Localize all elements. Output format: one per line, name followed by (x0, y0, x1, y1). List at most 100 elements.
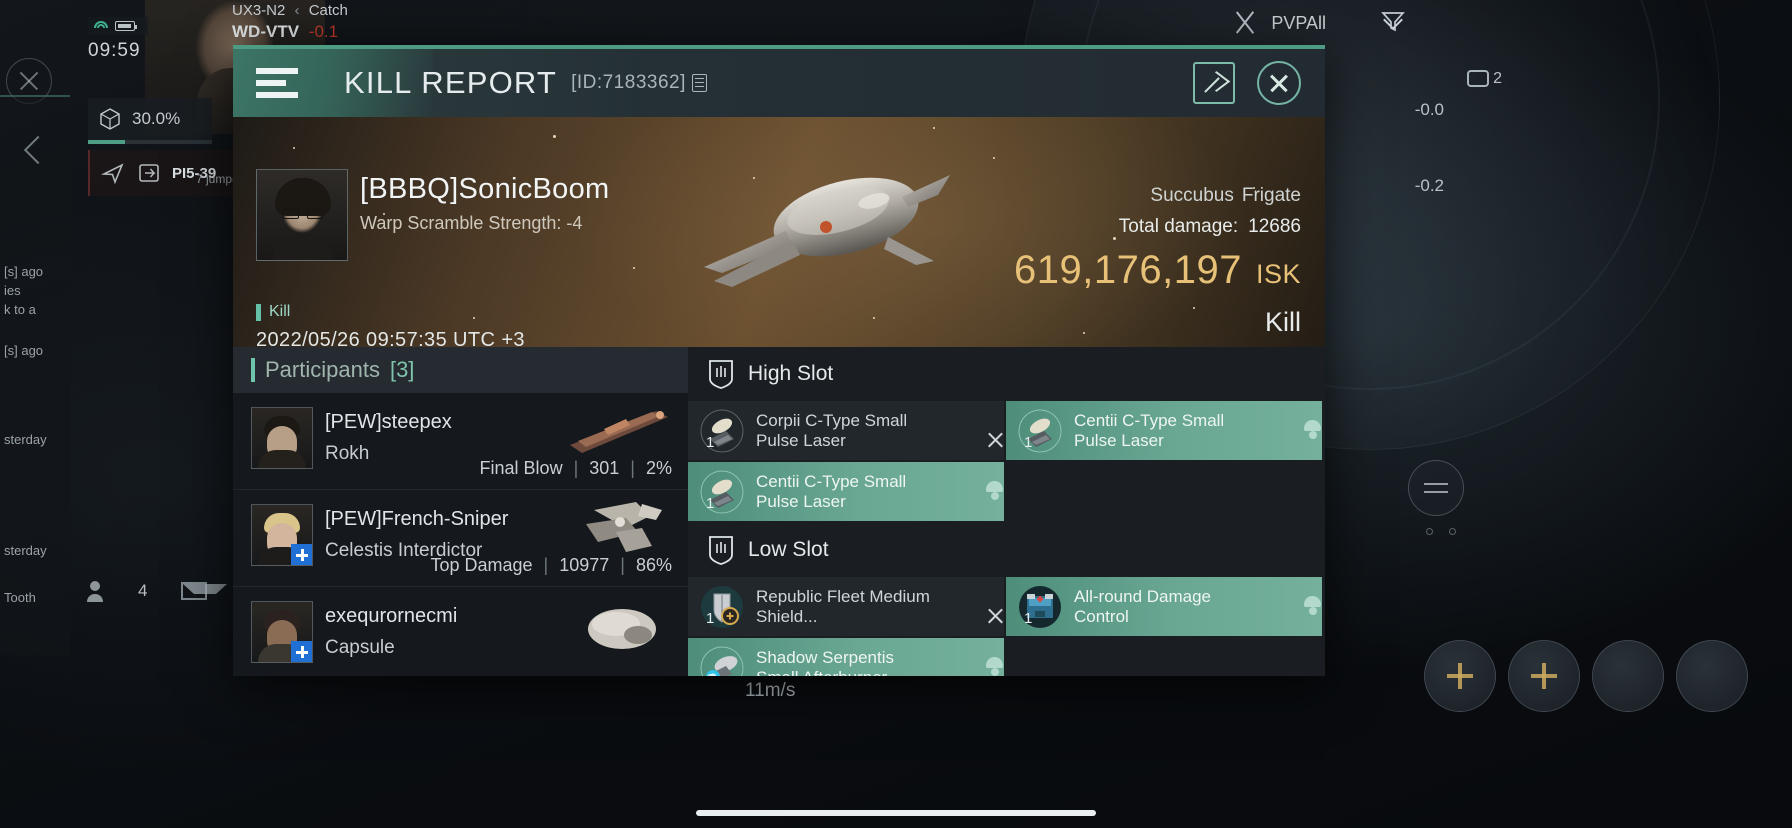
module-item[interactable]: 1 Republic Fleet Medium Shield... (688, 577, 1004, 636)
toggle-button[interactable] (1408, 460, 1464, 516)
module-quantity: 1 (1024, 433, 1033, 451)
damage-control-icon: 1 (1018, 585, 1062, 629)
participants-title: Participants (265, 357, 380, 382)
filter-icon[interactable] (1380, 8, 1406, 34)
module-name: Centii C-Type Small Pulse Laser (1074, 410, 1225, 450)
speed-label: 11m/s (745, 680, 796, 701)
stat-label: Top Damage (430, 555, 533, 575)
share-external-button[interactable] (1193, 62, 1235, 104)
total-damage-value: 12686 (1248, 216, 1301, 237)
module-item[interactable]: 1 Corpii C-Type Small Pulse Laser (688, 401, 1004, 460)
module-item[interactable]: 1 Shadow Serpentis Small Afterburner (688, 638, 1004, 676)
kill-marker-bar (256, 303, 261, 321)
stat-damage: 10977 (559, 555, 610, 575)
table-row[interactable]: [PEW]French-Sniper Celestis Interdictor … (233, 490, 688, 587)
participants-panel: Participants [3] [PEW]steepex Rokh Final… (233, 347, 688, 676)
module-name: Centii C-Type Small Pulse Laser (756, 471, 907, 511)
afterburner-icon: 1 (700, 646, 744, 677)
participant-stats: Top Damage | 10977 | 86% (430, 555, 672, 576)
participant-ship: Capsule (325, 637, 395, 658)
module-name: All-round Damage Control (1074, 586, 1212, 626)
kill-timestamp: 2022/05/26 09:57:35 UTC +3 (256, 329, 525, 347)
victim-name: [BBBQ]SonicBoom (360, 173, 610, 205)
kill-indicator-label: Kill (269, 303, 291, 320)
module-quantity: 1 (706, 671, 714, 677)
kill-report-modal: KILL REPORT [ID:7183362] [BBBQ]SonicBoom… (233, 45, 1325, 676)
avatar[interactable] (251, 504, 313, 566)
participant-ship-render (564, 498, 674, 560)
table-row[interactable]: [PEW]steepex Rokh Final Blow | 301 | 2% (233, 393, 688, 490)
cargo-capacity-widget[interactable]: 30.0% (88, 98, 212, 140)
destination-system: WD-VTV -0.1 (232, 22, 338, 42)
avatar-body (273, 234, 333, 260)
add-contact-badge-icon[interactable] (291, 641, 312, 662)
victim-ship-name: Succubus Frigate (1014, 177, 1301, 208)
fitting-panel: High Slot 1 Corpii C-Type Small Pulse La… (688, 347, 1325, 676)
mail-icon[interactable] (181, 582, 228, 600)
stat-damage: 301 (589, 458, 620, 478)
avatar[interactable] (251, 601, 313, 663)
plus-icon (1447, 663, 1473, 689)
cargo-progress-bar (88, 140, 212, 144)
victim-subtitle: Warp Scramble Strength: -4 (360, 213, 583, 233)
participant-ship: Rokh (325, 443, 370, 464)
report-id-label: [ID:7183362] (571, 72, 686, 93)
message-badge[interactable]: 2 (1467, 70, 1502, 88)
battery-icon (115, 21, 137, 31)
table-row[interactable]: exequrornecmi Capsule (233, 587, 688, 676)
module-item[interactable]: 1 Centii C-Type Small Pulse Laser (1006, 401, 1322, 460)
chat-log-item: sterday (4, 543, 47, 558)
avatar[interactable] (251, 407, 313, 469)
header-actions (1193, 49, 1301, 117)
slot-section-header: High Slot (688, 347, 1325, 401)
module-quantity: 1 (706, 494, 715, 512)
module-quantity: 1 (706, 609, 715, 627)
victim-ship-render (688, 145, 978, 320)
slot-shield-icon (708, 359, 734, 390)
indicator-dots (1426, 528, 1456, 535)
current-system-label: UX3-N2 (232, 2, 286, 19)
region-label: Catch (308, 2, 348, 19)
chat-log-item: Tooth (4, 590, 36, 605)
participant-ship-render (564, 401, 674, 463)
victim-avatar[interactable] (256, 169, 348, 261)
chat-log-item: ies (4, 283, 21, 298)
pvp-filter-row[interactable]: PVPAll (1233, 10, 1403, 36)
copy-icon[interactable] (691, 74, 707, 92)
module-slot[interactable] (1424, 640, 1496, 712)
ship-class-label: Frigate (1241, 185, 1301, 206)
chat-log-item: [s] ago (4, 343, 44, 358)
module-name: Corpii C-Type Small Pulse Laser (756, 410, 908, 450)
close-button[interactable] (1257, 61, 1301, 105)
module-item[interactable]: 1 All-round Damage Control (1006, 577, 1322, 636)
chat-log-item: k to a (4, 302, 36, 317)
module-slot[interactable] (1676, 640, 1748, 712)
right-hud-panel: PVPAll -0.0 -0.2 2 (1271, 0, 1792, 828)
module-slot[interactable] (1508, 640, 1580, 712)
menu-icon[interactable] (256, 68, 298, 98)
shield-extender-icon: 1 (700, 585, 744, 629)
module-item[interactable]: 1 Centii C-Type Small Pulse Laser (688, 462, 1004, 521)
module-slot-empty (1006, 462, 1322, 521)
people-icon[interactable] (86, 580, 104, 602)
add-contact-badge-icon[interactable] (291, 544, 312, 565)
participant-ship-render (564, 595, 674, 657)
participant-name: exequrornecmi (325, 605, 458, 627)
screen: 09:59 UX3-N2 ‹ Catch WD-VTV -0.1 30.0% P… (0, 0, 1792, 828)
isk-value-row: 619,176,197 ISK (1014, 248, 1301, 293)
participants-header: Participants [3] (233, 347, 688, 393)
module-slot[interactable] (1592, 640, 1664, 712)
stat-percent: 2% (645, 458, 672, 478)
isk-amount: 619,176,197 (1014, 248, 1242, 292)
total-damage-row: Total damage: 12686 (1014, 216, 1301, 238)
section-marker-bar (251, 358, 255, 382)
kill-result-label: Kill (1264, 307, 1301, 337)
overview-row: -0.2 (1414, 176, 1444, 195)
stat-separator: | (620, 555, 625, 575)
chat-log-item: sterday (4, 432, 47, 447)
module-quantity: 1 (1024, 609, 1033, 627)
page-title: KILL REPORT (344, 65, 558, 100)
plus-icon (1531, 663, 1557, 689)
security-status-label: -0.1 (308, 22, 339, 41)
chat-log-list[interactable]: [s] ago ies k to a [s] ago sterday sterd… (0, 262, 64, 607)
